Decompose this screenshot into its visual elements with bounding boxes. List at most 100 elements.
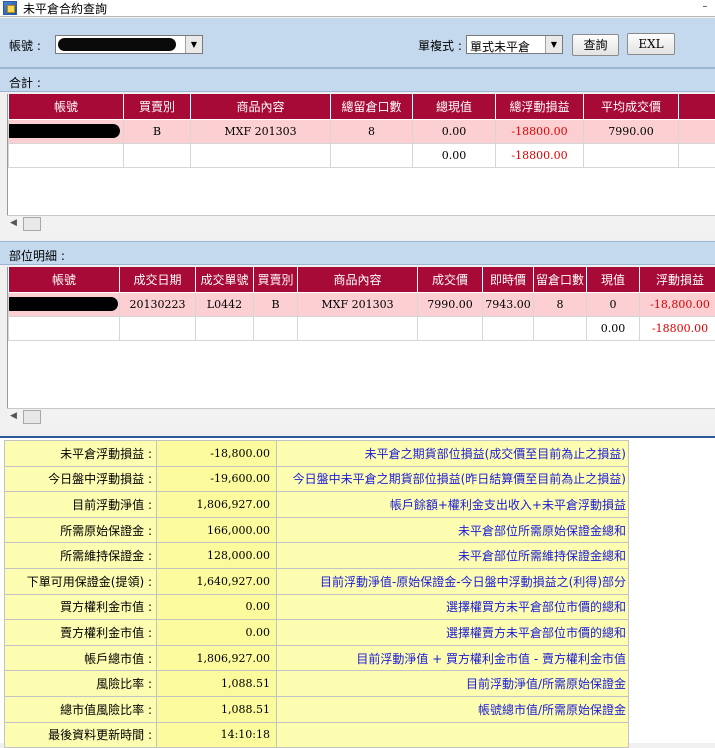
col-value[interactable]: 現值 — [587, 267, 640, 292]
summary-description: 目前浮動淨值/所需原始保證金 — [277, 671, 629, 697]
summary-label: 最後資料更新時間 : — [5, 722, 157, 748]
totals-section-label: 合計 : — [9, 74, 41, 91]
summary-table: 未平倉浮動損益 :-18,800.00未平倉之期貨部位損益(成交價至目前為止之損… — [4, 440, 629, 748]
summary-description — [277, 722, 629, 748]
summary-label: 所需原始保證金 : — [5, 517, 157, 543]
table-row[interactable]: 0.00 -18800.00 — [9, 143, 715, 167]
col-avg-price[interactable]: 平均成交價 — [584, 94, 679, 119]
window-controls: – — [697, 1, 713, 14]
col-pnl[interactable]: 浮動損益 — [640, 267, 715, 292]
table-row[interactable]: 0.00 -18800.00 — [9, 316, 715, 340]
col-side[interactable]: 買賣別 — [124, 94, 191, 119]
pnl-cell: -18800.00 — [496, 119, 584, 143]
query-toolbar: 帳號 : ▼ 單複式 : 單式未平倉 ▼ 查詢 EXL — [0, 18, 715, 68]
summary-value: 0.00 — [157, 594, 277, 620]
summary-row: 風險比率 :1,088.51目前浮動淨值/所需原始保證金 — [5, 671, 629, 697]
scroll-thumb[interactable] — [23, 217, 41, 231]
summary-description: 今日盤中未平倉之期貨部位損益(昨日結算價至目前為止之損益) — [277, 466, 629, 492]
summary-row: 帳戶總市值 :1,806,927.00目前浮動淨值 + 買方權利金市值 - 賣方… — [5, 645, 629, 671]
col-total-lots[interactable]: 總留倉口數 — [331, 94, 413, 119]
totals-grid: 帳號 買賣別 商品內容 總留倉口數 總現值 總浮動損益 平均成交價 B MXF … — [7, 94, 715, 215]
pnl-cell: -18800.00 — [640, 316, 715, 340]
avg-price-cell — [584, 143, 679, 167]
detail-section-header: 部位明細 : — [0, 241, 715, 265]
summary-description: 帳號總市值/所需原始保證金 — [277, 696, 629, 722]
table-row[interactable]: 20130223 L0442 B MXF 201303 7990.00 7943… — [9, 292, 715, 316]
summary-value: 14:10:18 — [157, 722, 277, 748]
summary-label: 總市值風險比率 : — [5, 696, 157, 722]
table-row[interactable]: B MXF 201303 8 0.00 -18800.00 7990.00 — [9, 119, 715, 143]
summary-value: -19,600.00 — [157, 466, 277, 492]
col-product[interactable]: 商品內容 — [298, 267, 418, 292]
summary-description: 目前浮動淨值 + 買方權利金市值 - 賣方權利金市值 — [277, 645, 629, 671]
side-cell: B — [124, 119, 191, 143]
minimize-icon[interactable]: – — [697, 1, 713, 14]
col-trade-price[interactable]: 成交價 — [418, 267, 483, 292]
summary-row: 所需原始保證金 :166,000.00未平倉部位所需原始保證金總和 — [5, 517, 629, 543]
col-account[interactable]: 帳號 — [9, 94, 124, 119]
summary-value: 166,000.00 — [157, 517, 277, 543]
window-title: 未平倉合約查詢 — [23, 0, 107, 17]
lots-cell: 8 — [534, 292, 587, 316]
chevron-down-icon[interactable]: ▼ — [185, 36, 202, 53]
scroll-thumb[interactable] — [23, 410, 41, 424]
trade-price-cell — [418, 316, 483, 340]
summary-description: 未平倉之期貨部位損益(成交價至目前為止之損益) — [277, 441, 629, 467]
side-cell — [254, 316, 298, 340]
summary-value: 1,806,927.00 — [157, 645, 277, 671]
account-cell — [9, 292, 120, 316]
summary-row: 買方權利金市值 :0.00選擇權買方未平倉部位市價的總和 — [5, 594, 629, 620]
col-account[interactable]: 帳號 — [9, 267, 120, 292]
product-cell: MXF 201303 — [191, 119, 331, 143]
pnl-cell: -18,800.00 — [640, 292, 715, 316]
col-trade-date[interactable]: 成交日期 — [120, 267, 196, 292]
totals-section-header: 合計 : — [0, 68, 715, 92]
col-live-price[interactable]: 即時價 — [483, 267, 534, 292]
app-icon — [3, 1, 17, 15]
summary-description: 帳戶餘額+權利金支出收入+未平倉浮動損益 — [277, 492, 629, 518]
col-total-value[interactable]: 總現值 — [413, 94, 496, 119]
summary-panel: 未平倉浮動損益 :-18,800.00未平倉之期貨部位損益(成交價至目前為止之損… — [0, 436, 715, 743]
account-cell — [9, 143, 124, 167]
account-cell — [9, 119, 124, 143]
summary-label: 所需維持保證金 : — [5, 543, 157, 569]
totals-header-row: 帳號 買賣別 商品內容 總留倉口數 總現值 總浮動損益 平均成交價 — [9, 94, 715, 119]
col-lots[interactable]: 留倉口數 — [534, 267, 587, 292]
summary-value: 1,640,927.00 — [157, 568, 277, 594]
chevron-left-icon[interactable]: ◀ — [10, 218, 17, 228]
mode-label: 單複式 : — [418, 37, 462, 54]
summary-label: 帳戶總市值 : — [5, 645, 157, 671]
mode-select[interactable]: 單式未平倉 ▼ — [466, 35, 563, 54]
avg-price-cell: 7990.00 — [584, 119, 679, 143]
account-select[interactable]: ▼ — [55, 35, 203, 54]
chevron-left-icon[interactable]: ◀ — [10, 411, 17, 421]
col-side[interactable]: 買賣別 — [254, 267, 298, 292]
live-price-cell: 7943.00 — [483, 292, 534, 316]
col-product[interactable]: 商品內容 — [191, 94, 331, 119]
summary-description: 未平倉部位所需原始保證金總和 — [277, 517, 629, 543]
excel-button[interactable]: EXL — [627, 33, 675, 55]
chevron-down-icon[interactable]: ▼ — [545, 36, 562, 53]
summary-row: 最後資料更新時間 :14:10:18 — [5, 722, 629, 748]
summary-value: 1,088.51 — [157, 671, 277, 697]
detail-grid: 帳號 成交日期 成交單號 買賣別 商品內容 成交價 即時價 留倉口數 現值 浮動… — [7, 267, 715, 408]
summary-row: 目前浮動淨值 :1,806,927.00帳戶餘額+權利金支出收入+未平倉浮動損益 — [5, 492, 629, 518]
totals-table: 帳號 買賣別 商品內容 總留倉口數 總現值 總浮動損益 平均成交價 B MXF … — [8, 94, 715, 168]
col-order-no[interactable]: 成交單號 — [196, 267, 254, 292]
summary-row: 總市值風險比率 :1,088.51帳號總市值/所需原始保證金 — [5, 696, 629, 722]
detail-scrollbar[interactable]: ◀ — [7, 408, 715, 425]
summary-label: 下單可用保證金(提領) : — [5, 568, 157, 594]
summary-description: 目前浮動淨值-原始保證金-今日盤中浮動損益之(利得)部分 — [277, 568, 629, 594]
summary-label: 買方權利金市值 : — [5, 594, 157, 620]
trade-price-cell: 7990.00 — [418, 292, 483, 316]
query-button[interactable]: 查詢 — [572, 34, 619, 56]
col-total-pnl[interactable]: 總浮動損益 — [496, 94, 584, 119]
summary-description: 選擇權賣方未平倉部位市價的總和 — [277, 620, 629, 646]
summary-value: 1,806,927.00 — [157, 492, 277, 518]
totals-scrollbar[interactable]: ◀ — [7, 215, 715, 232]
product-cell: MXF 201303 — [298, 292, 418, 316]
summary-label: 賣方權利金市值 : — [5, 620, 157, 646]
extra-cell — [679, 143, 715, 167]
summary-description: 未平倉部位所需維持保證金總和 — [277, 543, 629, 569]
live-price-cell — [483, 316, 534, 340]
